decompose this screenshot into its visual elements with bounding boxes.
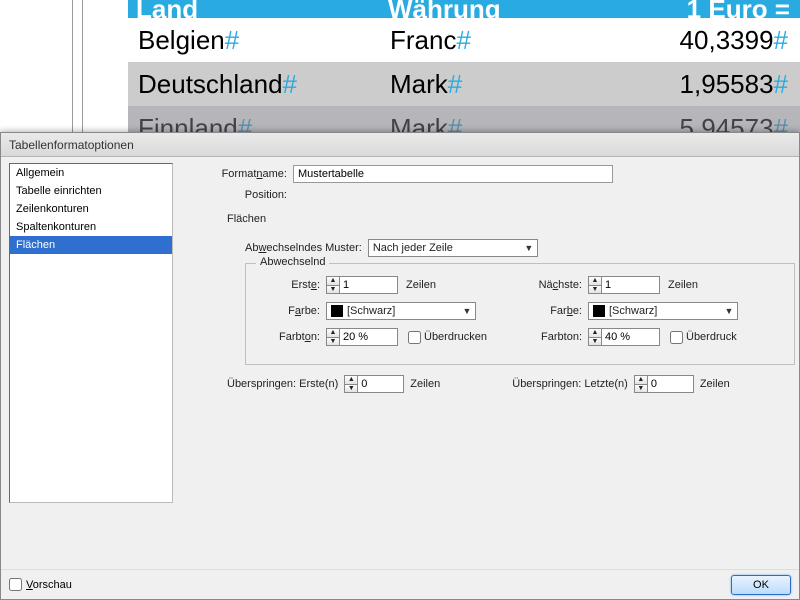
alternating-fieldset: Abwechselnd Erste: ▲▼ Zeilen xyxy=(245,263,795,365)
spin-up-icon[interactable]: ▲ xyxy=(345,376,357,384)
bg-th-currency: Währung xyxy=(388,0,608,18)
dialog-main-panel: Formatname: Position: Flächen Abwechseln… xyxy=(179,157,799,569)
spin-up-icon[interactable]: ▲ xyxy=(327,277,339,285)
first-overprint-checkbox[interactable]: Überdrucken xyxy=(408,331,487,344)
spin-up-icon[interactable]: ▲ xyxy=(589,329,601,337)
spin-up-icon[interactable]: ▲ xyxy=(635,376,647,384)
cell-country: Deutschland xyxy=(138,69,283,100)
cell-value: 40,3399 xyxy=(680,25,774,56)
first-count-spinner[interactable]: ▲▼ xyxy=(326,276,398,294)
hash-mark: # xyxy=(456,25,470,56)
first-tint-label: Farbton: xyxy=(258,331,320,343)
spin-down-icon[interactable]: ▼ xyxy=(345,384,357,393)
skip-first-spinner[interactable]: ▲▼ xyxy=(344,375,404,393)
bg-th-euro: 1 Euro = xyxy=(687,0,800,18)
spin-down-icon[interactable]: ▼ xyxy=(327,337,339,346)
spin-down-icon[interactable]: ▼ xyxy=(327,285,339,294)
cell-value: 1,95583 xyxy=(680,69,774,100)
chevron-down-icon: ▼ xyxy=(461,306,473,316)
bg-header-row: Land Währung 1 Euro = xyxy=(128,0,800,18)
skip-last-input[interactable] xyxy=(648,375,694,393)
formatname-label: Formatname: xyxy=(187,168,287,180)
bg-th-land: Land xyxy=(136,0,388,18)
hash-mark: # xyxy=(225,25,239,56)
next-tint-input[interactable] xyxy=(602,328,660,346)
sidebar-item-row-strokes[interactable]: Zeilenkonturen xyxy=(10,200,172,218)
spin-up-icon[interactable]: ▲ xyxy=(327,329,339,337)
sidebar-item-col-strokes[interactable]: Spaltenkonturen xyxy=(10,218,172,236)
fieldset-legend: Abwechselnd xyxy=(256,256,329,268)
next-tint-label: Farbton: xyxy=(520,331,582,343)
chevron-down-icon: ▼ xyxy=(723,306,735,316)
category-sidebar: Allgemein Tabelle einrichten Zeilenkontu… xyxy=(1,157,179,569)
skip-last-label: Überspringen: Letzte(n) xyxy=(512,378,628,390)
dialog-title: Tabellenformatoptionen xyxy=(9,138,134,152)
spin-down-icon[interactable]: ▼ xyxy=(635,384,647,393)
spin-down-icon[interactable]: ▼ xyxy=(589,337,601,346)
chevron-down-icon: ▼ xyxy=(523,243,535,253)
category-list: Allgemein Tabelle einrichten Zeilenkontu… xyxy=(9,163,173,503)
hash-mark: # xyxy=(448,69,462,100)
hash-mark: # xyxy=(774,25,788,56)
skip-first-input[interactable] xyxy=(358,375,404,393)
first-color-value: [Schwarz] xyxy=(347,305,395,317)
next-tint-spinner[interactable]: ▲▼ xyxy=(588,328,660,346)
skip-first-label: Überspringen: Erste(n) xyxy=(227,378,338,390)
next-count-spinner[interactable]: ▲▼ xyxy=(588,276,660,294)
sidebar-item-general[interactable]: Allgemein xyxy=(10,164,172,182)
fills-heading: Flächen xyxy=(227,213,795,225)
spin-down-icon[interactable]: ▼ xyxy=(589,285,601,294)
position-label: Position: xyxy=(187,189,287,201)
first-color-dropdown[interactable]: [Schwarz] ▼ xyxy=(326,302,476,320)
next-color-dropdown[interactable]: [Schwarz] ▼ xyxy=(588,302,738,320)
ok-button[interactable]: OK xyxy=(731,575,791,595)
color-swatch-icon xyxy=(331,305,343,317)
sidebar-item-fills[interactable]: Flächen xyxy=(10,236,172,254)
first-tint-spinner[interactable]: ▲▼ xyxy=(326,328,398,346)
first-unit: Zeilen xyxy=(406,279,436,291)
next-label: Nächste: xyxy=(520,279,582,291)
spin-up-icon[interactable]: ▲ xyxy=(589,277,601,285)
first-count-input[interactable] xyxy=(340,276,398,294)
skip-last-spinner[interactable]: ▲▼ xyxy=(634,375,694,393)
skip-last-unit: Zeilen xyxy=(700,378,730,390)
cell-country: Belgien xyxy=(138,25,225,56)
skip-first-unit: Zeilen xyxy=(410,378,440,390)
cell-currency: Franc xyxy=(390,25,456,56)
hash-mark: # xyxy=(283,69,297,100)
formatname-input[interactable] xyxy=(293,165,613,183)
pattern-dropdown[interactable]: Nach jeder Zeile ▼ xyxy=(368,239,538,257)
color-swatch-icon xyxy=(593,305,605,317)
cell-currency: Mark xyxy=(390,69,448,100)
table-row: Deutschland# Mark# 1,95583# xyxy=(128,62,800,106)
dialog-footer: Vorschau OK xyxy=(1,569,799,599)
sidebar-item-setup[interactable]: Tabelle einrichten xyxy=(10,182,172,200)
preview-checkbox[interactable]: Vorschau xyxy=(9,578,72,591)
first-label: Erste: xyxy=(258,279,320,291)
next-overprint-checkbox[interactable]: Überdruck xyxy=(670,331,737,344)
next-count-input[interactable] xyxy=(602,276,660,294)
first-tint-input[interactable] xyxy=(340,328,398,346)
first-color-label: Farbe: xyxy=(258,305,320,317)
next-unit: Zeilen xyxy=(668,279,698,291)
pattern-label: Abwechselndes Muster: xyxy=(245,242,362,254)
hash-mark: # xyxy=(774,69,788,100)
pattern-value: Nach jeder Zeile xyxy=(373,242,453,254)
next-color-label: Farbe: xyxy=(520,305,582,317)
table-row: Belgien# Franc# 40,3399# xyxy=(128,18,800,62)
dialog-titlebar[interactable]: Tabellenformatoptionen xyxy=(1,133,799,157)
table-format-options-dialog: Tabellenformatoptionen Allgemein Tabelle… xyxy=(0,132,800,600)
next-color-value: [Schwarz] xyxy=(609,305,657,317)
